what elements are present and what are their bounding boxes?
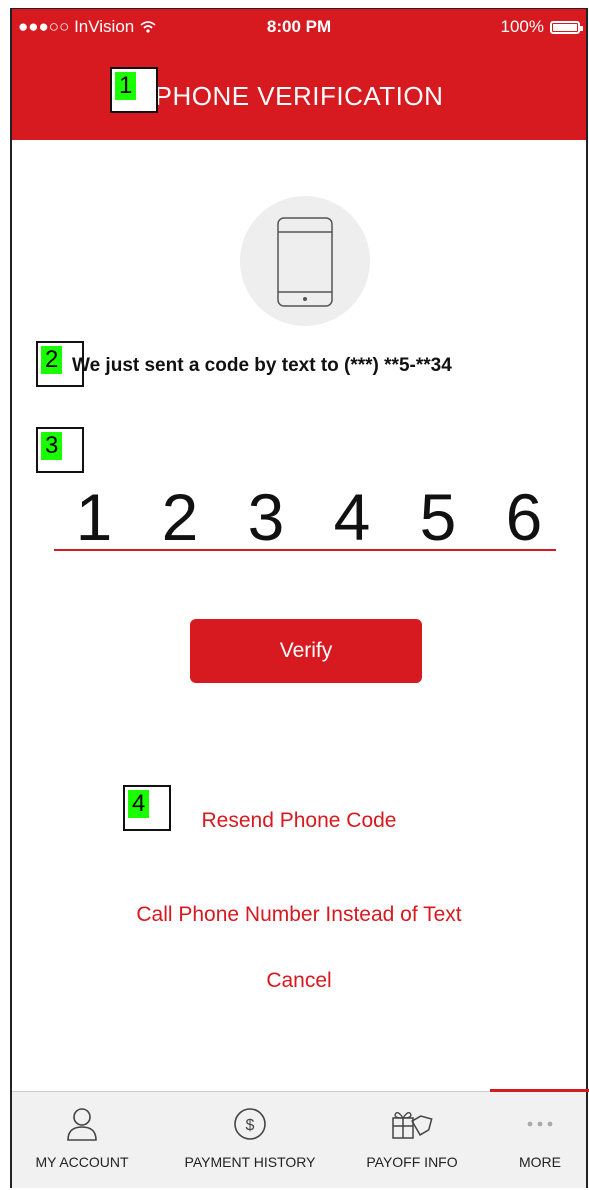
resend-code-link[interactable]: Resend Phone Code: [12, 809, 586, 833]
app-frame: ●●●○○ InVision 8:00 PM 100% PHONE VERIFI…: [10, 8, 589, 1188]
person-icon: [67, 1108, 97, 1141]
gift-tag-icon: [392, 1111, 433, 1139]
smartphone-icon: [277, 217, 333, 307]
tab-label: MY ACCOUNT: [35, 1154, 129, 1170]
tab-label: PAYOFF INFO: [366, 1154, 458, 1170]
code-digit: 3: [247, 480, 285, 554]
tab-more[interactable]: MORE: [490, 1092, 589, 1188]
code-sent-message: We just sent a code by text to (***) **5…: [72, 355, 452, 376]
verification-code-input[interactable]: 1 2 3 4 5 6: [54, 479, 564, 555]
tab-payment-history[interactable]: $ PAYMENT HISTORY: [162, 1092, 338, 1188]
code-digit: 6: [505, 480, 543, 554]
battery-label: 100%: [500, 17, 544, 36]
battery-icon: [550, 20, 583, 34]
code-underline: [54, 549, 556, 551]
status-right: 100%: [500, 17, 583, 37]
code-digit: 4: [333, 480, 371, 554]
tab-label: PAYMENT HISTORY: [184, 1154, 316, 1170]
phone-illustration: [240, 196, 370, 326]
tab-my-account[interactable]: MY ACCOUNT: [12, 1092, 152, 1188]
annotation-marker-3: 3: [36, 427, 84, 473]
tab-payoff-info[interactable]: PAYOFF INFO: [342, 1092, 482, 1188]
verify-button[interactable]: Verify: [190, 619, 422, 683]
svg-text:$: $: [246, 1117, 255, 1134]
code-digit: 1: [75, 480, 113, 554]
header-bar: ●●●○○ InVision 8:00 PM 100% PHONE VERIFI…: [12, 9, 586, 140]
dollar-coin-icon: $: [234, 1108, 266, 1140]
code-digit: 5: [419, 480, 457, 554]
call-instead-link[interactable]: Call Phone Number Instead of Text: [12, 903, 586, 927]
annotation-marker-1: 1: [110, 67, 158, 113]
more-dots-icon: [527, 1121, 553, 1127]
code-digit: 2: [161, 480, 199, 554]
page-title: PHONE VERIFICATION: [154, 81, 444, 111]
status-bar: ●●●○○ InVision 8:00 PM 100%: [12, 9, 586, 47]
cancel-link[interactable]: Cancel: [12, 969, 586, 993]
bottom-tab-bar: MY ACCOUNT $ PAYMENT HISTORY PAYOFF INFO: [12, 1089, 589, 1188]
tab-label: MORE: [519, 1154, 561, 1170]
